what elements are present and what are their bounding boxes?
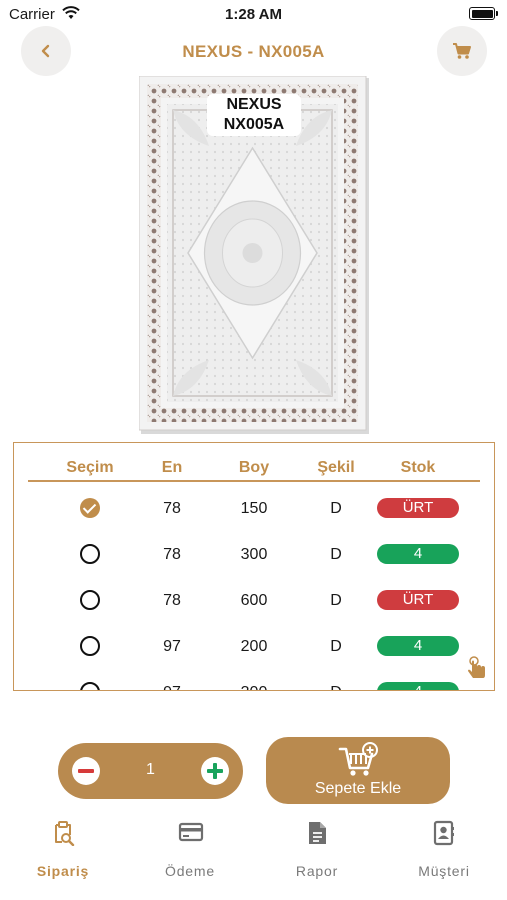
quantity-value: 1: [146, 761, 155, 778]
battery-icon: [469, 7, 498, 20]
table-header-divider: [28, 480, 480, 482]
cell-en: 78: [163, 546, 181, 563]
selected-radio[interactable]: [80, 498, 100, 518]
tab-label-musteri: Müşteri: [418, 863, 470, 879]
tab-bar: Sipariş Ödeme Rapor Müşteri: [0, 812, 507, 900]
status-time: 1:28 AM: [225, 6, 282, 23]
product-code-label: NEXUS NX005A: [207, 94, 301, 136]
cell-en: 78: [163, 592, 181, 609]
table-row[interactable]: 78 300 D 4: [14, 539, 494, 571]
row-radio[interactable]: [80, 682, 100, 690]
cell-boy: 600: [240, 592, 268, 609]
cell-en: 97: [132, 684, 212, 690]
report-icon: [309, 822, 326, 844]
stock-badge: ÜRT: [377, 590, 459, 610]
cell-sekil: D: [330, 546, 342, 563]
increase-quantity-button[interactable]: [201, 757, 229, 785]
decrease-quantity-button[interactable]: [72, 757, 100, 785]
table-row[interactable]: 78 600 D ÜRT: [14, 585, 494, 617]
add-to-cart-button[interactable]: Sepete Ekle: [266, 737, 450, 804]
row-radio[interactable]: [80, 590, 100, 610]
swipe-hand-icon: [468, 656, 485, 678]
cell-sekil: D: [330, 500, 342, 517]
stock-badge: 4: [377, 682, 459, 690]
tab-siparis[interactable]: Sipariş: [8, 812, 118, 892]
column-header-stok: Stok: [400, 459, 436, 476]
credit-card-icon: [178, 822, 204, 842]
tab-label-rapor: Rapor: [295, 863, 339, 879]
cell-en: 97: [163, 638, 181, 655]
cart-icon: [453, 43, 471, 59]
table-header: Seçim En Boy Şekil Stok: [14, 459, 494, 481]
add-to-cart-label: Sepete Ekle: [314, 780, 402, 797]
cell-boy: 200: [240, 638, 268, 655]
cell-boy: 300: [214, 684, 294, 690]
tab-musteri[interactable]: Müşteri: [389, 812, 499, 892]
cell-sekil: D: [296, 684, 376, 690]
contact-icon: [433, 820, 454, 846]
cart-button[interactable]: [437, 26, 487, 76]
cell-en: 78: [163, 500, 181, 517]
cell-boy: 150: [240, 500, 268, 517]
tab-label-odeme: Ödeme: [165, 863, 215, 879]
tab-odeme[interactable]: Ödeme: [135, 812, 245, 892]
table-row[interactable]: 97300D4: [14, 677, 494, 690]
product-name: NEXUS: [226, 96, 282, 113]
table-row[interactable]: 78 150 D ÜRT: [14, 493, 494, 525]
page-title: NEXUS - NX005A: [182, 42, 325, 61]
status-bar: Carrier 1:28 AM: [0, 0, 507, 28]
column-header-en: En: [161, 459, 183, 476]
row-radio[interactable]: [80, 544, 100, 564]
tab-label-siparis: Sipariş: [36, 863, 90, 879]
add-to-cart-icon: [338, 742, 378, 776]
size-table[interactable]: Seçim En Boy Şekil Stok 78 150 D ÜRT 78 300 D 4…: [13, 442, 495, 691]
stock-badge: 4: [377, 544, 459, 564]
cell-sekil: D: [330, 592, 342, 609]
table-row[interactable]: 97 200 D 4: [14, 631, 494, 663]
cell-boy: 300: [240, 546, 268, 563]
stock-badge: ÜRT: [377, 498, 459, 518]
quantity-stepper[interactable]: 1: [58, 743, 243, 799]
cell-sekil: D: [330, 638, 342, 655]
column-header-secim: Seçim: [66, 459, 114, 476]
column-header-boy: Boy: [238, 459, 270, 476]
product-code: NX005A: [223, 116, 285, 133]
order-search-icon: [55, 821, 75, 846]
column-header-sekil: Şekil: [317, 459, 355, 476]
tab-rapor[interactable]: Rapor: [262, 812, 372, 892]
stock-badge: 4: [377, 636, 459, 656]
row-radio[interactable]: [80, 636, 100, 656]
